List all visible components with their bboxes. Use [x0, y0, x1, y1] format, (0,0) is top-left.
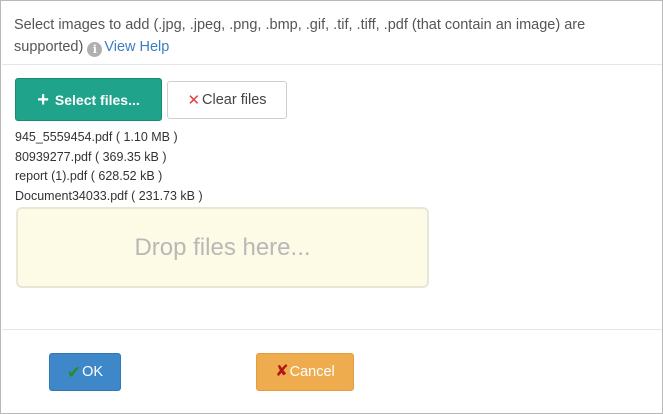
- list-item: 80939277.pdf ( 369.35 kB ): [15, 148, 203, 168]
- select-files-button[interactable]: + Select files...: [15, 78, 162, 121]
- file-size: ( 628.52 kB ): [90, 169, 163, 183]
- plus-icon: +: [37, 88, 49, 111]
- upload-dialog: Select images to add (.jpg, .jpeg, .png,…: [0, 0, 663, 414]
- select-files-label: Select files...: [54, 91, 140, 108]
- x-icon: ✘: [275, 363, 289, 380]
- clear-files-button[interactable]: ✕ Clear files: [167, 81, 287, 119]
- file-list: 945_5559454.pdf ( 1.10 MB ) 80939277.pdf…: [15, 128, 203, 206]
- file-name: 80939277.pdf: [15, 149, 92, 164]
- check-icon: ✔: [66, 362, 82, 382]
- drop-zone-label: Drop files here...: [134, 233, 311, 261]
- file-size: ( 231.73 kB ): [131, 188, 203, 203]
- info-icon: i: [87, 42, 103, 57]
- view-help-link[interactable]: View Help: [104, 39, 169, 55]
- cancel-button[interactable]: ✘ Cancel: [256, 353, 354, 391]
- list-item: 945_5559454.pdf ( 1.10 MB ): [15, 128, 203, 148]
- list-item: Document34033.pdf ( 231.73 kB ): [15, 187, 203, 207]
- drop-zone[interactable]: Drop files here...: [16, 207, 429, 288]
- list-item: report (1).pdf ( 628.52 kB ): [15, 167, 203, 187]
- file-name: report (1).pdf: [15, 169, 88, 183]
- footer-divider: [2, 329, 662, 330]
- ok-button[interactable]: ✔ OK: [49, 353, 121, 391]
- header-divider: [2, 64, 662, 65]
- cancel-label: Cancel: [289, 364, 335, 380]
- x-icon: ✕: [187, 91, 201, 109]
- supported-formats-info: Select images to add (.jpg, .jpeg, .png,…: [14, 14, 654, 58]
- file-name: 945_5559454.pdf: [15, 130, 113, 144]
- file-size: ( 1.10 MB ): [115, 130, 178, 144]
- file-size: ( 369.35 kB ): [94, 149, 167, 164]
- clear-files-label: Clear files: [202, 92, 267, 108]
- ok-label: OK: [82, 364, 104, 380]
- file-name: Document34033.pdf: [15, 188, 128, 203]
